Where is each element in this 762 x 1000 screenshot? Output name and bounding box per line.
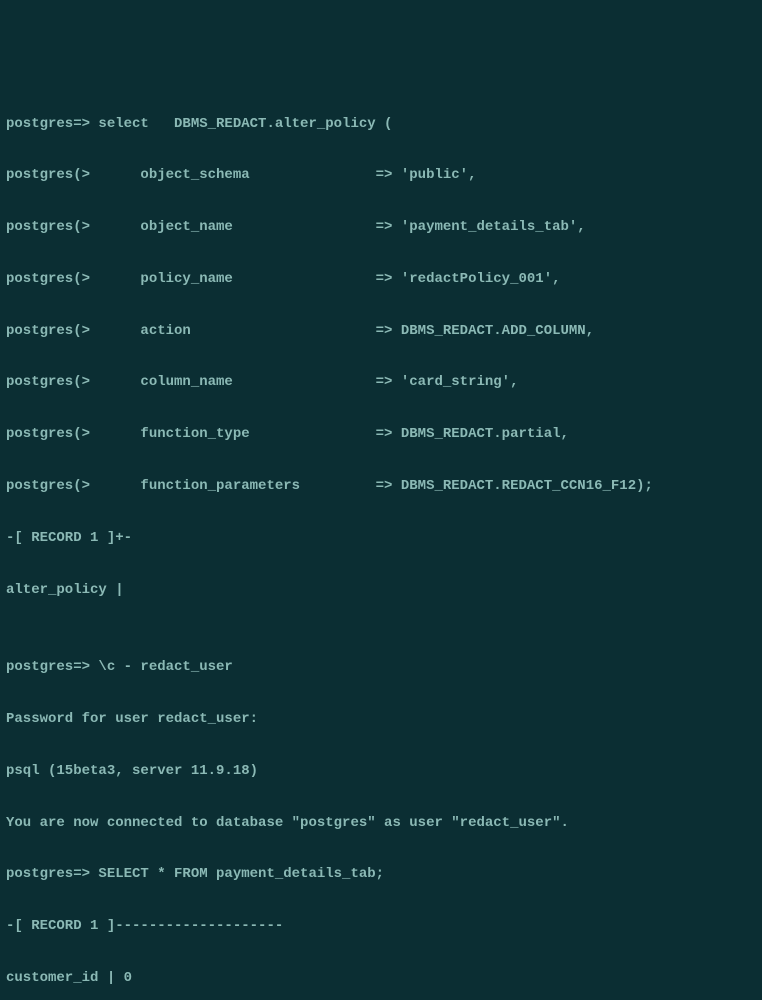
terminal-line: postgres=> \c - redact_user — [6, 655, 756, 681]
terminal-line: postgres(> action => DBMS_REDACT.ADD_COL… — [6, 319, 756, 345]
terminal-line: postgres(> function_parameters => DBMS_R… — [6, 474, 756, 500]
terminal-line: You are now connected to database "postg… — [6, 811, 756, 837]
terminal-line: psql (15beta3, server 11.9.18) — [6, 759, 756, 785]
terminal-line: Password for user redact_user: — [6, 707, 756, 733]
terminal-line: -[ RECORD 1 ]-------------------- — [6, 914, 756, 940]
terminal-line: -[ RECORD 1 ]+- — [6, 526, 756, 552]
terminal-line: postgres(> object_schema => 'public', — [6, 163, 756, 189]
terminal-line: customer_id | 0 — [6, 966, 756, 992]
terminal-line: postgres=> select DBMS_REDACT.alter_poli… — [6, 112, 756, 138]
terminal-line: postgres=> SELECT * FROM payment_details… — [6, 862, 756, 888]
terminal-line: postgres(> object_name => 'payment_detai… — [6, 215, 756, 241]
terminal-line: postgres(> policy_name => 'redactPolicy_… — [6, 267, 756, 293]
terminal-line: alter_policy | — [6, 578, 756, 604]
terminal-line: postgres(> column_name => 'card_string', — [6, 370, 756, 396]
terminal-line: postgres(> function_type => DBMS_REDACT.… — [6, 422, 756, 448]
